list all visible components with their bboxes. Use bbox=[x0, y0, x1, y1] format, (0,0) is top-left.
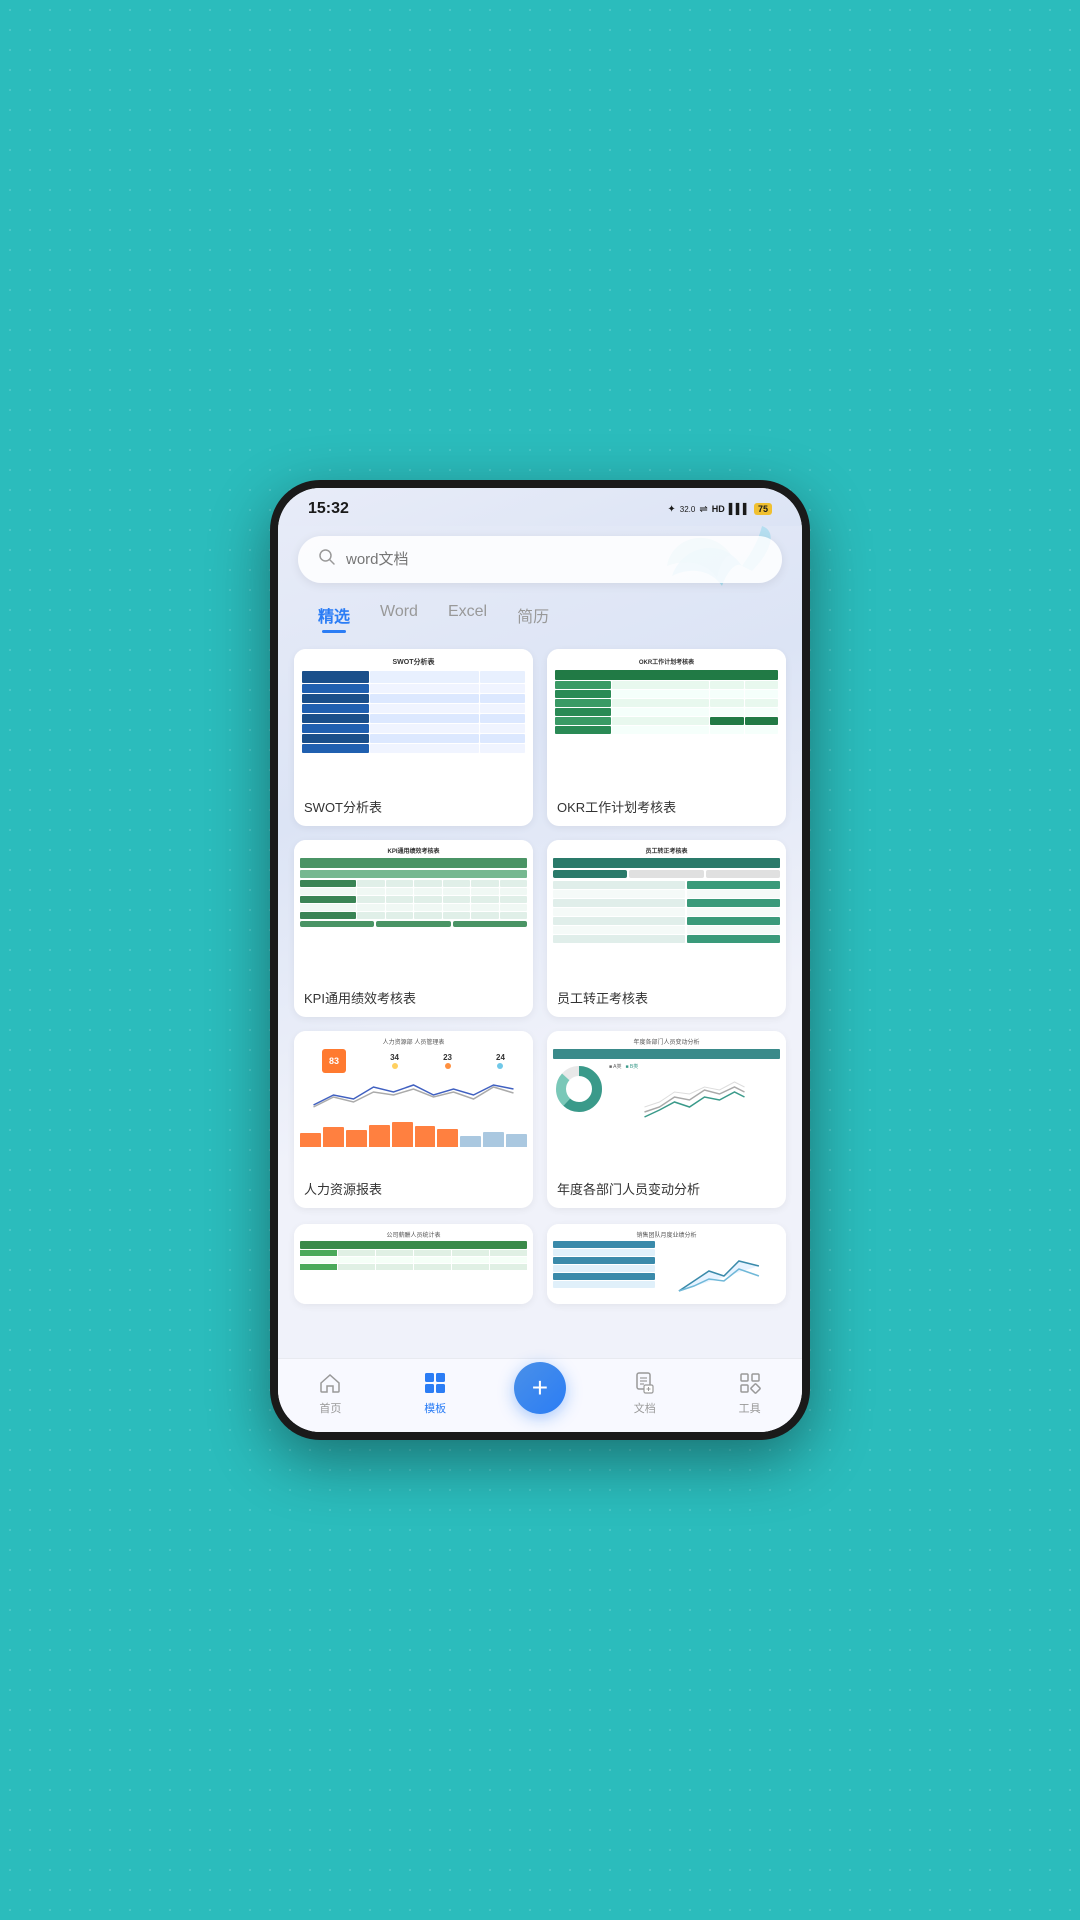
template-card-annual[interactable]: 年度各部门人员变动分析 bbox=[547, 1031, 786, 1208]
search-input[interactable] bbox=[346, 551, 762, 568]
wifi-icon: ⇌ bbox=[699, 504, 707, 515]
template-title-okr: OKR工作计划考核表 bbox=[547, 789, 786, 826]
status-bar: 15:32 ✦ 32.0 ⇌ HD ▌▌▌ 75 bbox=[278, 488, 802, 526]
nav-template[interactable]: 模板 bbox=[400, 1369, 470, 1416]
template-card-partial1[interactable]: 公司薪酬人员统计表 bbox=[294, 1224, 533, 1304]
template-preview-hr: 人力资源部 人员管理表 83 34 bbox=[294, 1031, 533, 1171]
template-title-annual: 年度各部门人员变动分析 bbox=[547, 1171, 786, 1208]
add-icon: + bbox=[532, 1374, 548, 1402]
template-card-partial2[interactable]: 销售团队月度业绩分析 bbox=[547, 1224, 786, 1304]
tab-resume[interactable]: 简历 bbox=[517, 603, 549, 633]
template-preview-okr: OKR工作计划考核表 bbox=[547, 649, 786, 789]
status-time: 15:32 bbox=[308, 500, 349, 518]
nav-document-label: 文档 bbox=[634, 1400, 656, 1416]
template-title-hr: 人力资源报表 bbox=[294, 1171, 533, 1208]
header-area: 精选 Word Excel 简历 bbox=[278, 526, 802, 649]
template-preview-emp: 员工转正考核表 bbox=[547, 840, 786, 980]
template-preview-kpi: KPI通用绩效考核表 bbox=[294, 840, 533, 980]
nav-home-label: 首页 bbox=[319, 1400, 341, 1416]
bottom-nav: 首页 模板 + bbox=[278, 1358, 802, 1432]
template-card-swot[interactable]: SWOT分析表 bbox=[294, 649, 533, 826]
template-card-hr[interactable]: 人力资源部 人员管理表 83 34 bbox=[294, 1031, 533, 1208]
template-icon bbox=[421, 1369, 449, 1397]
tab-excel[interactable]: Excel bbox=[448, 603, 487, 633]
tab-featured[interactable]: 精选 bbox=[318, 603, 350, 633]
template-preview-annual: 年度各部门人员变动分析 bbox=[547, 1031, 786, 1171]
template-card-emp[interactable]: 员工转正考核表 bbox=[547, 840, 786, 1017]
data-speed: 32.0 bbox=[680, 505, 696, 514]
phone-screen: 15:32 ✦ 32.0 ⇌ HD ▌▌▌ 75 bbox=[278, 488, 802, 1432]
template-preview-swot: SWOT分析表 bbox=[294, 649, 533, 789]
templates-grid: SWOT分析表 bbox=[278, 649, 802, 1208]
nav-add[interactable]: + bbox=[505, 1372, 575, 1414]
home-icon bbox=[316, 1369, 344, 1397]
search-bar[interactable] bbox=[298, 536, 782, 583]
nav-tools-label: 工具 bbox=[739, 1400, 761, 1416]
hd-icon: HD bbox=[712, 504, 725, 514]
nav-tools[interactable]: 工具 bbox=[715, 1369, 785, 1416]
bluetooth-icon: ✦ bbox=[667, 504, 675, 515]
document-icon bbox=[631, 1369, 659, 1397]
signal-icon: ▌▌▌ bbox=[729, 504, 750, 515]
nav-document[interactable]: 文档 bbox=[610, 1369, 680, 1416]
template-title-kpi: KPI通用绩效考核表 bbox=[294, 980, 533, 1017]
template-card-okr[interactable]: OKR工作计划考核表 bbox=[547, 649, 786, 826]
tab-word[interactable]: Word bbox=[380, 603, 418, 633]
nav-home[interactable]: 首页 bbox=[295, 1369, 365, 1416]
template-title-emp: 员工转正考核表 bbox=[547, 980, 786, 1017]
status-icons: ✦ 32.0 ⇌ HD ▌▌▌ 75 bbox=[667, 503, 772, 515]
partial-templates-grid: 公司薪酬人员统计表 bbox=[278, 1224, 802, 1304]
template-card-kpi[interactable]: KPI通用绩效考核表 bbox=[294, 840, 533, 1017]
add-button[interactable]: + bbox=[514, 1362, 566, 1414]
tools-icon bbox=[736, 1369, 764, 1397]
nav-template-label: 模板 bbox=[424, 1400, 446, 1416]
search-icon bbox=[318, 548, 336, 571]
template-title-swot: SWOT分析表 bbox=[294, 789, 533, 826]
battery-indicator: 75 bbox=[754, 503, 772, 515]
phone-frame: 15:32 ✦ 32.0 ⇌ HD ▌▌▌ 75 bbox=[270, 480, 810, 1440]
